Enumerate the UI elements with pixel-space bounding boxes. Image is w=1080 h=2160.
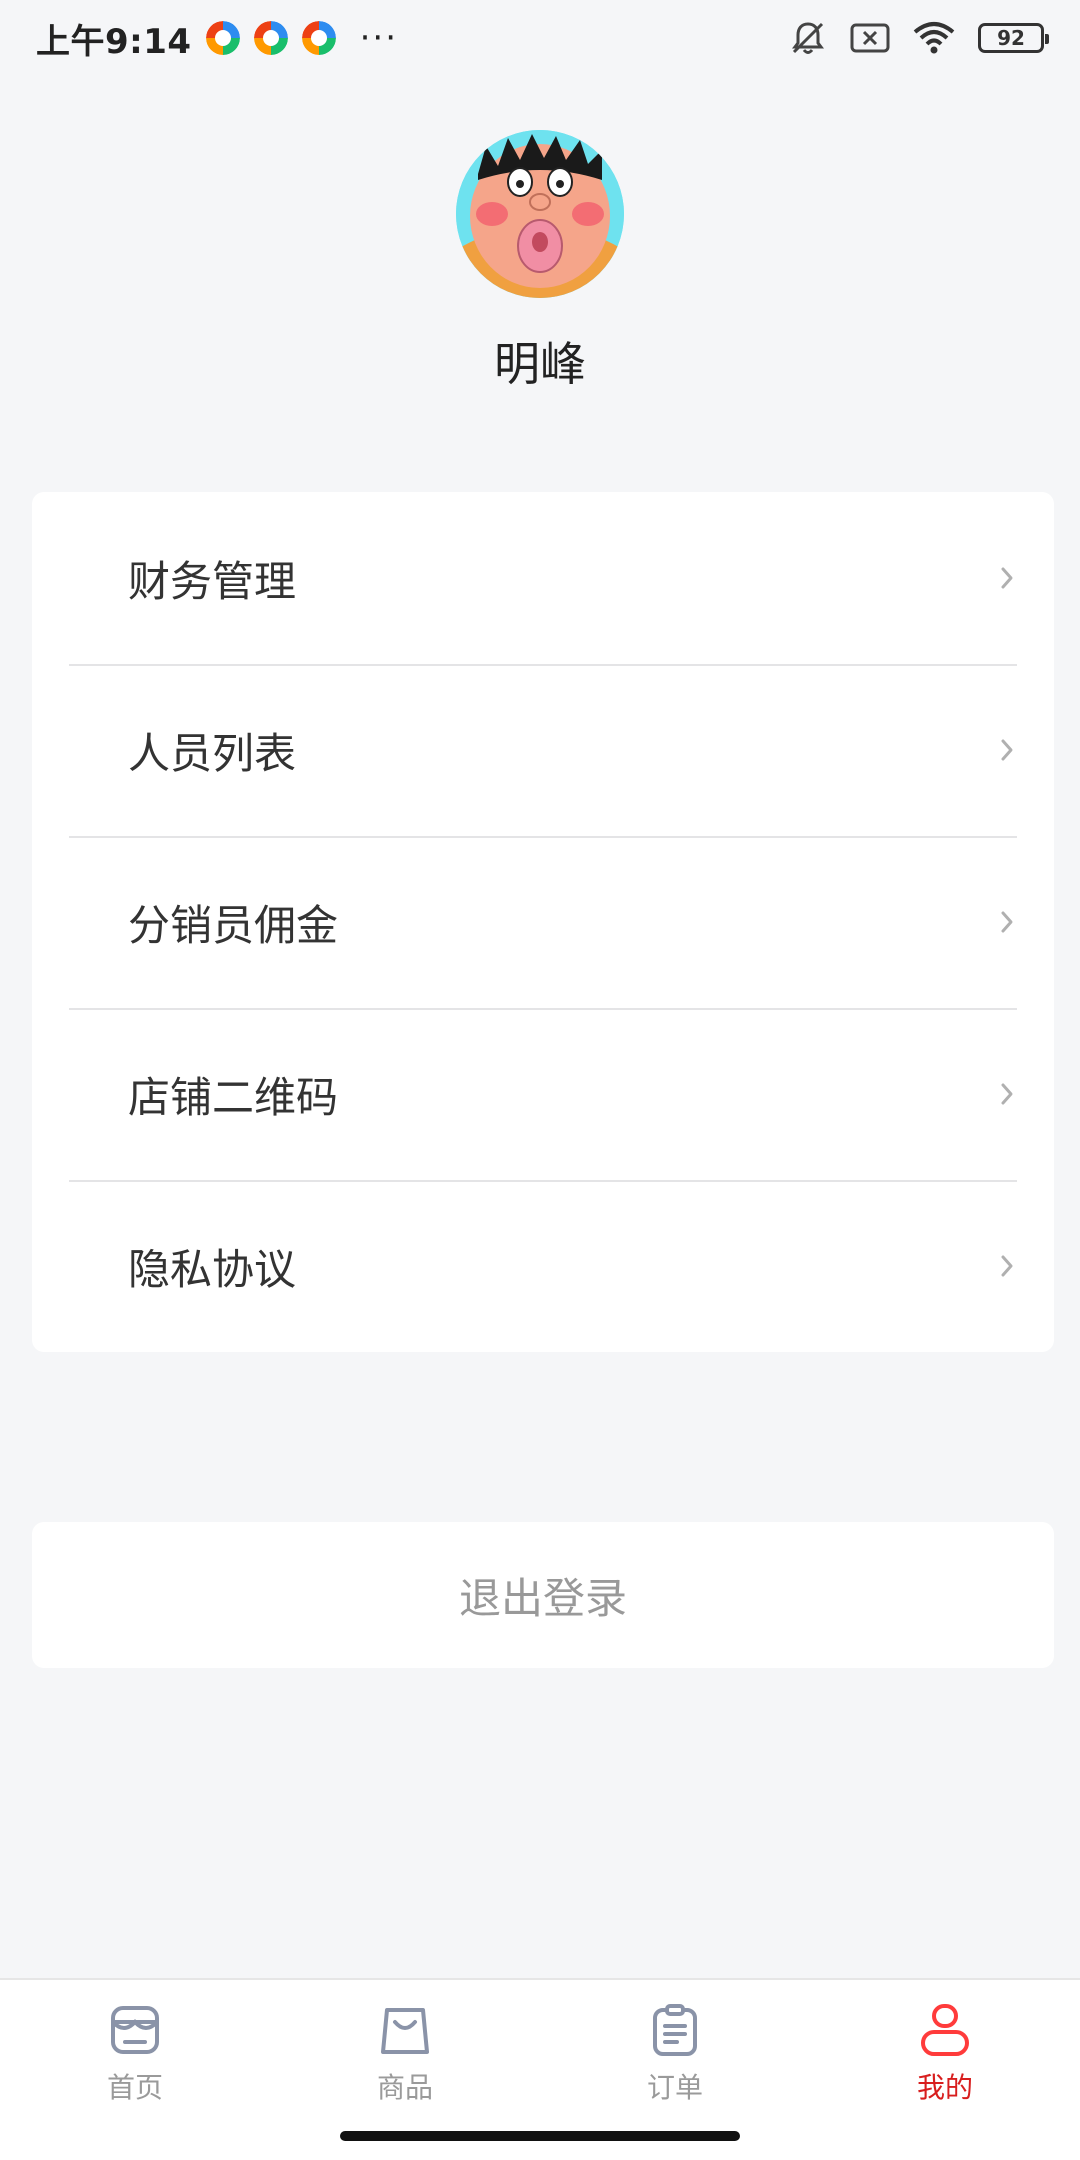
user-icon: [921, 2004, 969, 2056]
chevron-right-icon: [1001, 1255, 1013, 1277]
menu-item-label: 店铺二维码: [128, 1072, 339, 1122]
app-notification-icon: [205, 21, 240, 55]
logout-button[interactable]: 退出登录: [32, 1522, 1054, 1668]
chevron-right-icon: [1001, 739, 1013, 761]
tab-label: 订单: [646, 2071, 703, 2104]
menu-item-privacy-policy[interactable]: 隐私协议: [32, 1180, 1054, 1352]
status-bar-left: 上午9:14 ···: [36, 14, 398, 63]
user-name: 明峰: [494, 337, 586, 391]
app-notification-icon: [301, 21, 336, 55]
menu-card: 财务管理 人员列表 分销员佣金 店铺二维码 隐私协议: [32, 492, 1054, 1352]
cartoon-avatar-icon: [456, 130, 624, 298]
menu-item-label: 分销员佣金: [128, 900, 339, 950]
status-bar: 上午9:14 ··· 92: [0, 0, 1080, 76]
chevron-right-icon: [1001, 567, 1013, 589]
battery-indicator: 92: [978, 23, 1049, 53]
status-bar-right: 92: [788, 18, 1049, 58]
status-time: 上午9:14: [36, 21, 192, 62]
menu-item-distributor-commission[interactable]: 分销员佣金: [32, 836, 1054, 1008]
tab-label: 商品: [376, 2071, 433, 2104]
menu-item-label: 隐私协议: [128, 1244, 297, 1294]
tab-label: 我的: [916, 2071, 973, 2104]
tab-home[interactable]: 首页: [0, 1980, 270, 2160]
tab-label: 首页: [106, 2071, 163, 2104]
menu-item-staff-list[interactable]: 人员列表: [32, 664, 1054, 836]
menu-item-store-qrcode[interactable]: 店铺二维码: [32, 1008, 1054, 1180]
profile-header: 明峰: [0, 130, 1080, 394]
chevron-right-icon: [1001, 1083, 1013, 1105]
wifi-icon: [913, 22, 955, 54]
store-icon: [111, 2006, 159, 2054]
chevron-right-icon: [1001, 911, 1013, 933]
menu-item-label: 财务管理: [128, 556, 297, 606]
home-indicator[interactable]: [340, 2131, 740, 2141]
menu-item-label: 人员列表: [128, 728, 297, 778]
app-notification-icon: [253, 21, 288, 55]
shopping-bag-icon: [381, 2008, 429, 2054]
tab-mine[interactable]: 我的: [810, 1980, 1080, 2160]
menu-item-finance[interactable]: 财务管理: [32, 492, 1054, 664]
avatar[interactable]: [456, 130, 624, 298]
sim-disabled-icon: [850, 23, 890, 53]
clipboard-icon: [653, 2004, 697, 2056]
more-notifications-icon: ···: [359, 18, 399, 58]
logout-label: 退出登录: [458, 1573, 627, 1623]
mute-bell-icon: [792, 22, 824, 54]
